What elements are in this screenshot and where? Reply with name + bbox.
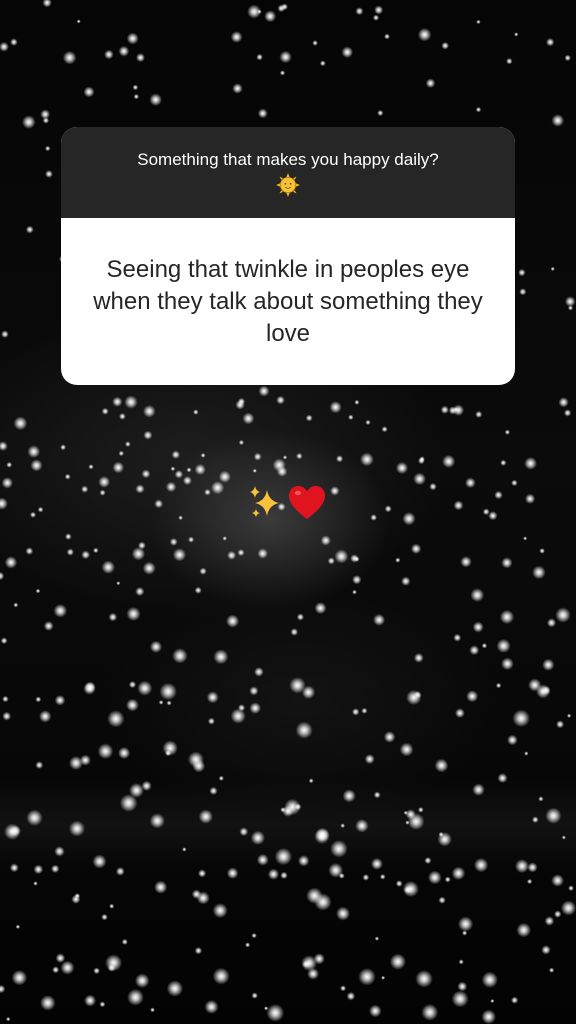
- red-heart-icon: [287, 484, 327, 527]
- answer-text: Seeing that twinkle in peoples eye when …: [93, 255, 483, 347]
- question-text: Something that makes you happy daily?: [137, 150, 439, 169]
- question-sticker-card[interactable]: Something that makes you happy daily? Se…: [61, 127, 515, 385]
- question-header: Something that makes you happy daily?: [61, 127, 515, 218]
- sparkles-icon: [247, 484, 285, 527]
- story-background: Something that makes you happy daily? Se…: [0, 0, 576, 1024]
- sun-with-face-icon: [276, 173, 300, 202]
- emoji-sticker[interactable]: [247, 484, 327, 527]
